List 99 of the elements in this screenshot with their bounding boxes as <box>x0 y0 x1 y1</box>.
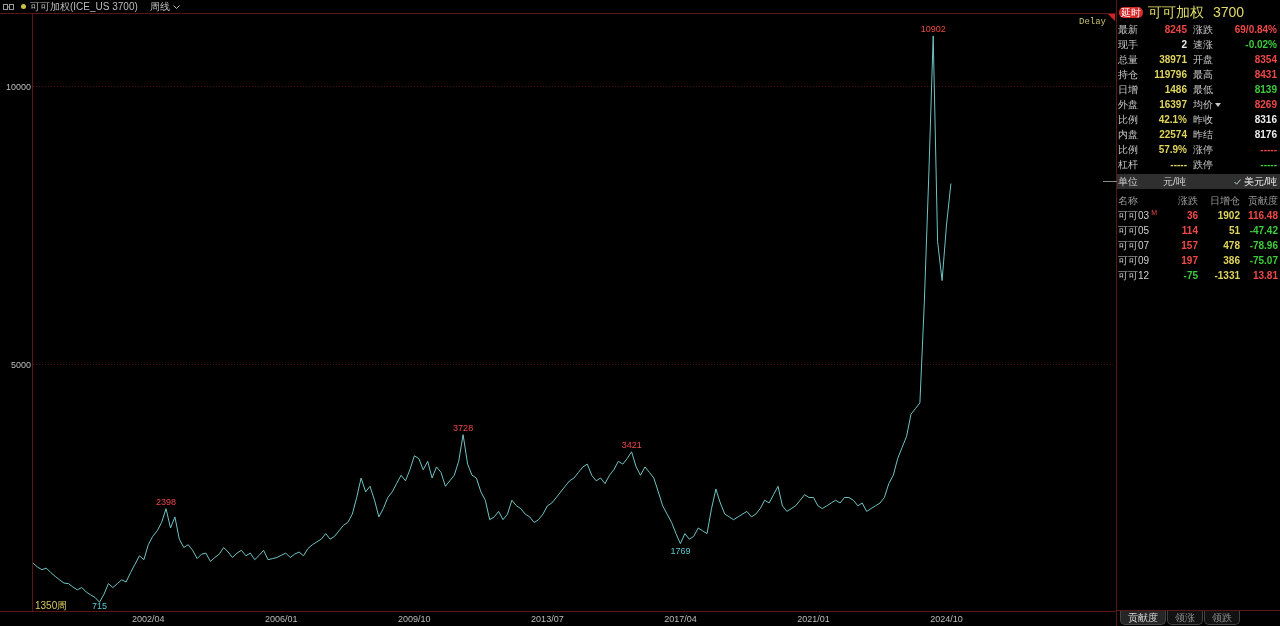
field-label: 涨跌 <box>1192 24 1214 36</box>
field-label: 开盘 <box>1192 54 1214 66</box>
field-label: 比例 <box>1118 144 1139 156</box>
table-cell-text: 197 <box>1180 254 1198 268</box>
field-label: 外盘 <box>1118 99 1139 111</box>
field-label: 昨收 <box>1192 114 1214 126</box>
field-value: 1486 <box>1163 84 1187 96</box>
table-cell-text: 114 <box>1180 224 1198 238</box>
table-cell-text: -75.07 <box>1248 254 1278 268</box>
field-value: 8431 <box>1253 69 1277 81</box>
field-value: -0.02% <box>1244 39 1277 51</box>
field-label: 涨停 <box>1192 144 1214 156</box>
field-label: 比例 <box>1118 114 1139 126</box>
field-value: ----- <box>1259 159 1277 171</box>
field-value: 42.1% <box>1157 114 1187 126</box>
leader-line <box>1103 181 1117 182</box>
high-price-label: 3421 <box>621 439 642 450</box>
field-value: 69/0.84% <box>1233 24 1277 36</box>
caret-down-icon <box>1215 103 1221 107</box>
field-value: 22574 <box>1158 129 1187 141</box>
field-label: 最新 <box>1118 24 1139 36</box>
field-value: 8139 <box>1253 84 1277 96</box>
field-value: 8316 <box>1253 114 1277 126</box>
column-header: 涨跌 <box>1177 194 1198 208</box>
column-header: 贡献度 <box>1247 194 1278 208</box>
tab[interactable]: 领涨 <box>1167 611 1203 625</box>
field-label: 日增 <box>1118 84 1139 96</box>
unit-option[interactable]: 美元/吨 <box>1234 174 1277 189</box>
field-label: 昨结 <box>1192 129 1214 141</box>
field-value: 57.9% <box>1157 144 1187 156</box>
table-cell-text: 386 <box>1222 254 1240 268</box>
delay-label: Delay <box>1079 17 1106 27</box>
field-label: 内盘 <box>1118 129 1139 141</box>
high-price-label: 10902 <box>920 23 946 34</box>
high-price-label: 3728 <box>453 422 474 433</box>
symbol-title: 可可加权(ICE_US 3700) <box>30 0 138 13</box>
contract-name: 可可05 <box>1118 224 1150 238</box>
x-axis-label: 2021/01 <box>797 614 830 624</box>
field-value: 16397 <box>1158 99 1187 111</box>
field-label: 跌停 <box>1192 159 1214 171</box>
x-axis-label: 2009/10 <box>398 614 431 624</box>
table-cell-text: 13.81 <box>1251 269 1278 283</box>
x-axis-label: 2013/07 <box>531 614 564 624</box>
table-cell-text: -1331 <box>1213 269 1240 283</box>
table-cell-text: -47.42 <box>1248 224 1278 238</box>
field-label: 持仓 <box>1118 69 1139 81</box>
tab[interactable]: 领跌 <box>1204 611 1240 625</box>
chevron-down-icon <box>172 4 180 9</box>
field-dropdown[interactable]: 均价 <box>1187 99 1221 111</box>
field-value: ----- <box>1169 159 1187 171</box>
field-value: 8269 <box>1253 99 1277 111</box>
low-price-label: 1769 <box>670 545 691 556</box>
period-dropdown[interactable]: 周线 <box>147 0 182 13</box>
table-cell-text: 36 <box>1185 209 1198 223</box>
contract-name: 可可12 <box>1118 269 1150 283</box>
high-price-label: 2398 <box>156 496 177 507</box>
x-axis-label: 2002/04 <box>132 614 165 624</box>
field-value: 8245 <box>1163 24 1187 36</box>
table-cell-text: 1902 <box>1216 209 1240 223</box>
table-cell-text: 157 <box>1180 239 1198 253</box>
field-label: 杠杆 <box>1118 159 1139 171</box>
table-cell-text: 51 <box>1227 224 1240 238</box>
table-cell-text: -75 <box>1182 269 1198 283</box>
y-axis-label: 5000 <box>10 359 31 370</box>
table-cell-text: 478 <box>1222 239 1240 253</box>
unit-label: 单位 <box>1118 175 1139 189</box>
field-value: 38971 <box>1158 54 1187 66</box>
corner-triangle-icon <box>1108 14 1115 21</box>
table-cell-text: 116.48 <box>1246 209 1278 223</box>
contract-name: 可可09 <box>1118 254 1150 268</box>
field-value: 8176 <box>1253 129 1277 141</box>
check-icon <box>1234 178 1242 185</box>
instrument-code: 3700 <box>1213 4 1245 20</box>
x-axis-label: 2024/10 <box>930 614 963 624</box>
field-label: 速涨 <box>1192 39 1214 51</box>
bar-count-label: 1350周 <box>35 600 68 611</box>
field-value: 8354 <box>1253 54 1277 66</box>
link-icon[interactable] <box>3 3 14 10</box>
contract-name: 可可03 <box>1118 209 1150 223</box>
field-value: 119796 <box>1153 69 1187 81</box>
x-axis-label: 2006/01 <box>265 614 298 624</box>
field-value: 2 <box>1180 39 1187 51</box>
field-label: 最高 <box>1192 69 1214 81</box>
table-cell-text: -78.96 <box>1248 239 1278 253</box>
y-axis-label: 10000 <box>5 81 31 92</box>
field-label: 总量 <box>1118 54 1139 66</box>
tab[interactable]: 贡献度 <box>1120 611 1166 625</box>
status-dot-icon <box>21 4 26 9</box>
unit-option[interactable]: 元/吨 <box>1163 174 1186 189</box>
column-header: 名称 <box>1118 194 1139 208</box>
x-axis-label: 2017/04 <box>664 614 697 624</box>
field-label: 现手 <box>1118 39 1139 51</box>
low-price-label: 715 <box>92 601 108 611</box>
contract-name: 可可07 <box>1118 239 1150 253</box>
delay-badge: 延时 <box>1119 6 1143 18</box>
instrument-name: 可可加权 <box>1148 4 1204 20</box>
field-value: ----- <box>1259 144 1277 156</box>
column-header: 日增仓 <box>1209 194 1240 208</box>
field-label: 最低 <box>1192 84 1214 96</box>
